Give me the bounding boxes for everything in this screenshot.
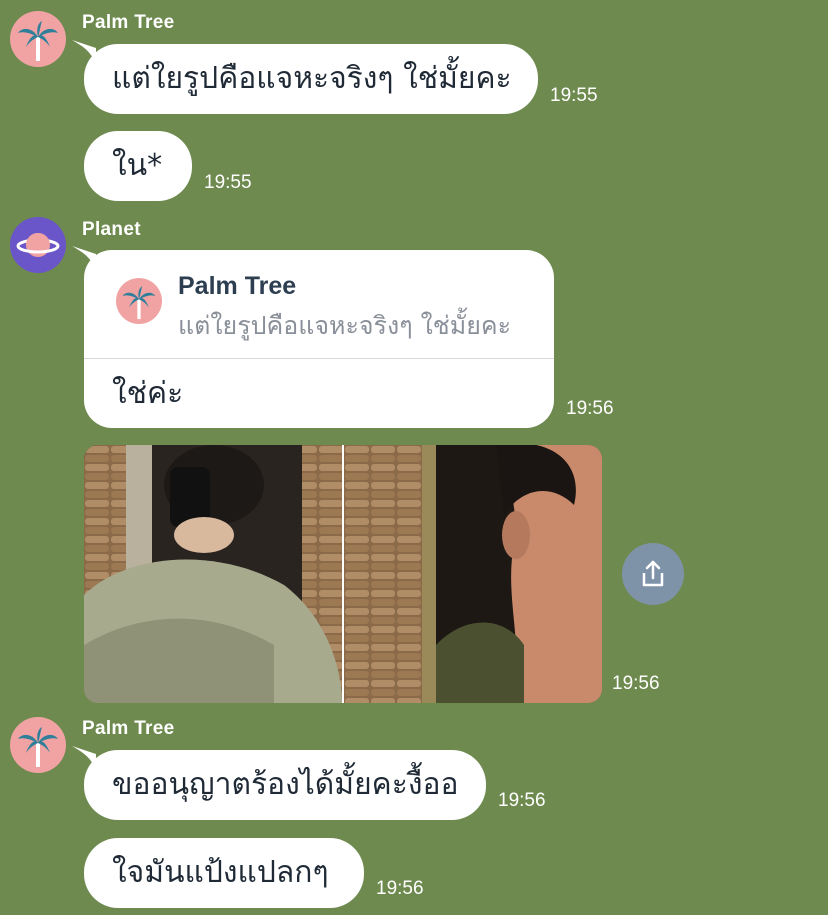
message-timestamp: 19:56 [566,398,614,419]
photo-collage [84,445,602,703]
share-icon [642,560,664,587]
quoted-avatar [116,278,162,324]
palm-tree-avatar[interactable] [10,11,66,67]
message-bubble[interactable]: แต่ใยรูปคือแจหะจริงๆ ใช่มั้ยคะ [84,44,538,114]
sender-name: Palm Tree [82,718,175,739]
message-timestamp: 19:55 [204,172,252,193]
sender-name: Palm Tree [82,12,175,33]
message-bubble[interactable]: ใน* [84,131,192,201]
quoted-message-text: แต่ใยรูปคือแจหะจริงๆ ใช่มั้ยคะ [178,311,512,340]
message-timestamp: 19:56 [498,790,546,811]
quoted-sender-name: Palm Tree [178,272,297,300]
reply-text: ใช่ค่ะ [112,376,184,411]
sender-name: Planet [82,219,141,240]
message-bubble[interactable]: ใจมันแป้งแปลกๆ [84,838,364,908]
palm-tree-avatar[interactable] [10,717,66,773]
palm-tree-icon [18,727,58,767]
share-button[interactable] [622,543,684,605]
palm-tree-icon [18,21,58,61]
reply-message-card[interactable]: Palm Tree แต่ใยรูปคือแจหะจริงๆ ใช่มั้ยคะ… [84,250,554,428]
planet-icon [16,233,60,257]
message-timestamp: 19:56 [612,673,660,694]
palm-tree-icon [122,286,156,320]
quote-divider [84,358,554,359]
message-timestamp: 19:56 [376,878,424,899]
planet-avatar[interactable] [10,217,66,273]
photo-message[interactable] [84,445,602,703]
message-bubble[interactable]: ขออนุญาตร้องได้มั้ยคะงื้ออ [84,750,486,820]
message-timestamp: 19:55 [550,85,598,106]
